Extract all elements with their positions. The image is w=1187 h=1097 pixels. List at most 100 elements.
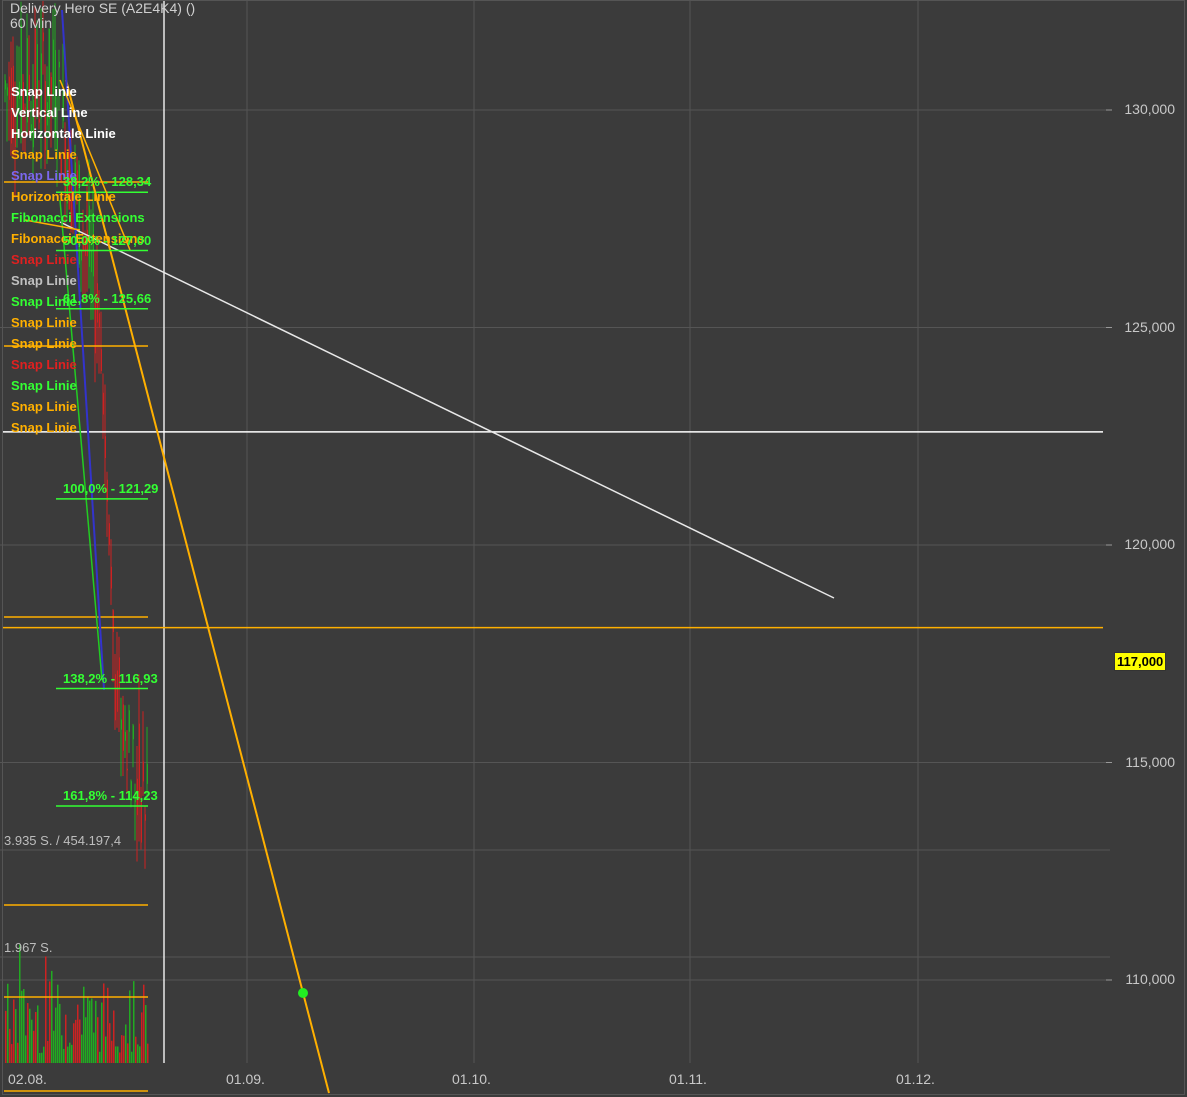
volume-bar [23,989,25,1063]
volume-bar [111,1040,113,1063]
candle-body [110,566,112,589]
volume-bar [85,1017,87,1063]
y-tick-label: 110,000 [1125,971,1175,987]
volume-bar [63,1048,65,1063]
volume-bar [45,956,47,1063]
legend-item[interactable]: Snap Linie [11,396,145,417]
volume-bar [87,996,89,1063]
volume-bar [31,1019,33,1063]
volume-bar [37,1005,39,1063]
legend-item[interactable]: Fibonacci Extensions [11,207,145,228]
volume-bar [61,1035,63,1063]
legend-item[interactable]: Snap Linie [11,333,145,354]
volume-bar [21,990,23,1063]
price-chart[interactable] [0,0,1187,1097]
legend-item[interactable]: Snap Linie [11,81,145,102]
volume-bar [133,981,135,1063]
x-tick-label: 01.12. [896,1071,935,1087]
volume-bar [51,970,53,1063]
volume-bar [41,1052,43,1063]
volume-bar [141,1012,143,1063]
legend-item[interactable]: Snap Linie [11,144,145,165]
volume-bar [43,1046,45,1063]
volume-bar [47,1040,49,1063]
volume-bar [55,1007,57,1063]
legend-item[interactable]: Snap Linie [11,375,145,396]
x-tick-label: 01.09. [226,1071,265,1087]
candle-body [142,761,144,782]
volume-bar [107,987,109,1063]
volume-bar [119,1052,121,1063]
fibonacci-level-label: 61,8% - 125,66 [63,290,152,306]
volume-bar [113,1010,115,1063]
volume-bar [125,1024,127,1063]
volume-bar [71,1044,73,1063]
volume-bar [59,1003,61,1063]
volume-bar [145,1005,147,1063]
current-price-tag: 117,000 [1114,652,1167,671]
volume-bar [29,1008,31,1063]
fibonacci-level-label: 50,0% - 127,00 [63,232,152,248]
volume-bar [33,1030,35,1063]
legend-item[interactable]: Snap Linie [11,417,145,438]
volume-bar [131,1051,133,1063]
fibonacci-level-label: 161,8% - 114,23 [63,787,158,803]
volume-bar [147,1043,149,1063]
y-tick-label: 115,000 [1125,753,1175,770]
volume-bar [137,1044,139,1063]
volume-bar [79,1019,81,1063]
volume-bar [53,1030,55,1063]
volume-bar [121,1035,123,1063]
volume-bar [99,1051,101,1063]
volume-bar [97,1017,99,1063]
candle-body [108,523,110,545]
volume-bar [9,1028,11,1063]
volume-bar [127,1043,129,1063]
volume-bar [89,1000,91,1063]
volume-bar [67,1046,69,1063]
legend-item[interactable]: Vertical Line [11,102,145,123]
fibonacci-level-label: 38,2% - 128,34 [63,174,152,190]
volume-bar [75,1019,77,1063]
x-tick-label: 01.11. [669,1071,707,1087]
volume-bar [115,1046,117,1063]
legend-item[interactable]: Snap Linie [11,249,145,270]
volume-bar [65,1014,67,1063]
volume-bar [25,1035,27,1063]
volume-bar [139,1046,141,1063]
legend-item[interactable]: Snap Linie [11,312,145,333]
fibonacci-level-label: 138,2% - 116,93 [63,670,158,686]
legend-item[interactable]: Snap Linie [11,270,145,291]
y-tick-label: 120,000 [1124,536,1175,552]
volume-bar [77,1004,79,1063]
candle-body [128,710,130,732]
candle-body [42,32,44,42]
volume-bar [105,1036,107,1063]
legend-item[interactable]: Horizontale Linie [11,123,145,144]
x-tick-label: 01.10. [452,1071,491,1087]
volume-bar [95,1000,97,1063]
volume-bar [83,986,85,1063]
volume-bar [27,1003,29,1063]
candle-body [132,725,134,740]
volume-bar [15,1009,17,1063]
volume-bar [101,1002,103,1063]
candle-body [6,87,8,96]
volume-bar [135,1036,137,1063]
legend-item[interactable]: Snap Linie [11,354,145,375]
candle-body [124,731,126,741]
volume-bar [103,983,105,1063]
volume-bar [7,983,9,1063]
chart-background [0,0,1187,1097]
volume-bar [69,1042,71,1063]
volume-bar [19,944,21,1063]
volume-bar [93,1032,95,1063]
instrument-title: Delivery Hero SE (A2E4K4) () [10,0,196,16]
candle-body [126,768,128,771]
volume-max-label: 1.967 S. [4,940,53,955]
candle-body [112,610,114,632]
candle-body [58,61,60,68]
x-tick-label: 02.08. [8,1071,47,1087]
anchor-point [298,988,308,998]
volume-bar [17,1042,19,1063]
